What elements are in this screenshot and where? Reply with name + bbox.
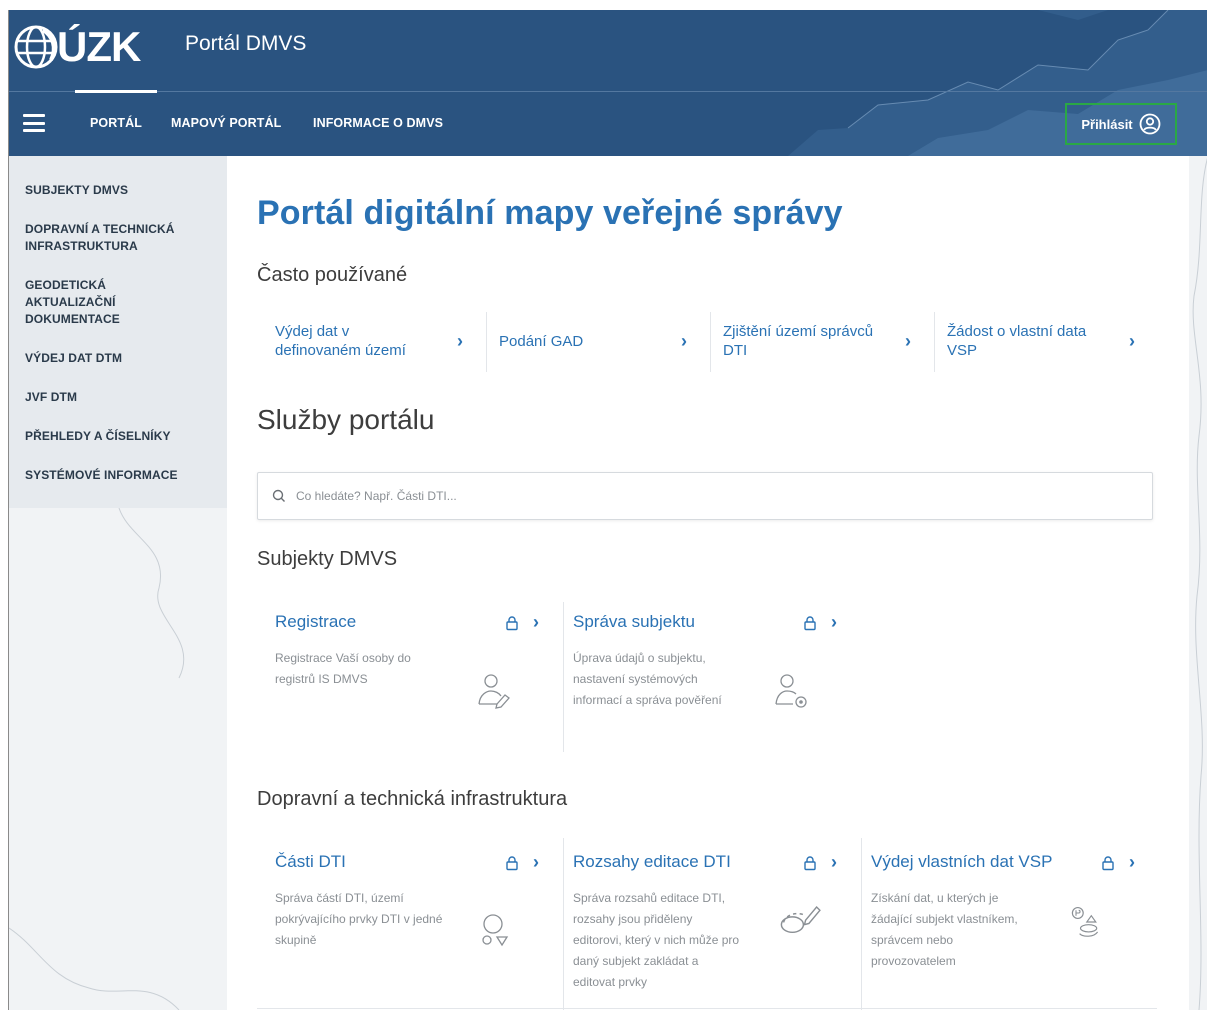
right-map-decoration (1192, 158, 1207, 1010)
infrastructure-heading: Dopravní a technická infrastruktura (257, 788, 568, 810)
quick-link-label: Žádost o vlastní data VSP (947, 323, 1087, 359)
header: ÚZK Portál DMVS PORTÁL MAPOVÝ PORTÁL INF… (9, 10, 1207, 156)
card-title[interactable]: Správa subjektu (573, 612, 695, 632)
main-content: Portál digitální mapy veřejné správy Čas… (227, 156, 1189, 1010)
card-description: Registrace Vaší osoby do registrů IS DMV… (275, 651, 411, 686)
quick-link-label: Podání GAD (499, 332, 584, 350)
sidebar-item-data-export[interactable]: VÝDEJ DAT DTM (9, 350, 227, 367)
search-box[interactable] (257, 472, 1153, 520)
divider (257, 1008, 1157, 1009)
quick-link-dti-admins[interactable]: Zjištění území správců DTI › (705, 306, 929, 376)
sidebar-item-overviews[interactable]: PŘEHLEDY A ČÍSELNÍKY (9, 428, 227, 445)
lock-icon (506, 615, 518, 630)
globe-logo-icon (14, 25, 58, 69)
lock-icon (804, 615, 816, 630)
card-description: Úprava údajů o subjektu, nastavení systé… (573, 651, 722, 707)
lock-icon (804, 855, 816, 870)
login-button[interactable]: Přihlásit (1065, 103, 1177, 145)
user-circle-icon (1139, 113, 1161, 135)
quick-link-vsp-data-request[interactable]: Žádost o vlastní data VSP › (929, 306, 1153, 376)
portal-services-heading: Služby portálu (257, 404, 435, 435)
page-frame: ÚZK Portál DMVS PORTÁL MAPOVÝ PORTÁL INF… (8, 10, 1207, 1010)
page-title: Portál digitální mapy veřejné správy (257, 194, 843, 232)
card-registration[interactable]: Registrace › Registrace Vaší osoby do re… (257, 602, 555, 770)
search-icon (272, 489, 285, 502)
chevron-right-icon: › (457, 330, 463, 351)
chevron-right-icon[interactable]: › (831, 612, 837, 633)
chevron-right-icon: › (1129, 330, 1135, 351)
data-export-icon (1071, 907, 1099, 937)
card-title[interactable]: Registrace (275, 612, 356, 632)
quick-link-label: Zjištění území správců DTI (723, 323, 874, 359)
lock-icon (506, 855, 518, 870)
card-description: Získání dat, u kterých je žádající subje… (871, 891, 1018, 968)
brand-name: ÚZK (57, 23, 141, 70)
lock-icon (1102, 855, 1114, 870)
card-title[interactable]: Části DTI (275, 852, 346, 872)
card-vsp-data-export[interactable]: Výdej vlastních dat VSP › Získání dat, u… (853, 842, 1151, 1010)
card-description: Správa částí DTI, území pokrývajícího pr… (275, 891, 443, 947)
quick-link-gad-submission[interactable]: Podání GAD › (481, 306, 705, 376)
sidebar-item-jvf[interactable]: JVF DTM (9, 389, 227, 406)
often-used-heading: Často používané (257, 264, 408, 286)
chevron-right-icon[interactable]: › (533, 612, 539, 633)
quick-link-data-export-area[interactable]: Výdej dat v definovaném území › (257, 306, 481, 376)
nav-divider (9, 91, 1207, 92)
chevron-right-icon: › (681, 330, 687, 351)
chevron-right-icon[interactable]: › (1129, 852, 1135, 873)
user-settings-icon (775, 674, 807, 708)
edit-range-icon (780, 905, 821, 934)
card-subject-management[interactable]: Správa subjektu › Úprava údajů o subjekt… (555, 602, 853, 770)
nav-map-portal[interactable]: MAPOVÝ PORTÁL (171, 116, 281, 130)
sidebar: SUBJEKTY DMVS DOPRAVNÍ A TECHNICKÁ INFRA… (9, 156, 227, 508)
sidebar-item-gad[interactable]: GEODETICKÁ AKTUALIZAČNÍ DOKUMENTACE (9, 277, 159, 328)
dti-parts-icon (482, 914, 509, 947)
sidebar-item-subjects[interactable]: SUBJEKTY DMVS (9, 182, 227, 199)
nav-portal[interactable]: PORTÁL (90, 116, 142, 130)
chevron-right-icon[interactable]: › (533, 852, 539, 873)
sidebar-map-decoration (9, 508, 185, 1010)
subjects-heading: Subjekty DMVS (257, 548, 398, 570)
quick-link-label: Výdej dat v definovaném území (275, 323, 406, 359)
card-title[interactable]: Rozsahy editace DTI (573, 852, 731, 872)
card-description: Správa rozsahů editace DTI, rozsahy jsou… (573, 891, 740, 989)
user-register-icon (478, 674, 510, 709)
login-label: Přihlásit (1081, 116, 1133, 132)
card-title[interactable]: Výdej vlastních dat VSP (871, 852, 1052, 872)
chevron-right-icon: › (905, 330, 911, 351)
sidebar-item-infrastructure[interactable]: DOPRAVNÍ A TECHNICKÁ INFRASTRUKTURA (9, 221, 199, 255)
nav-dmvs-info[interactable]: INFORMACE O DMVS (313, 116, 443, 130)
hamburger-icon[interactable] (23, 114, 45, 132)
sidebar-item-system-info[interactable]: SYSTÉMOVÉ INFORMACE (9, 467, 227, 484)
search-input[interactable] (296, 489, 1096, 503)
card-dti-parts[interactable]: Části DTI › Správa částí DTI, území pokr… (257, 842, 555, 1010)
card-dti-edit-ranges[interactable]: Rozsahy editace DTI › Správa rozsahů edi… (555, 842, 853, 1010)
chevron-right-icon[interactable]: › (831, 852, 837, 873)
app-title: Portál DMVS (185, 32, 307, 55)
cuzk-logo[interactable]: ÚZK (13, 22, 141, 72)
nav-active-indicator (75, 90, 157, 93)
